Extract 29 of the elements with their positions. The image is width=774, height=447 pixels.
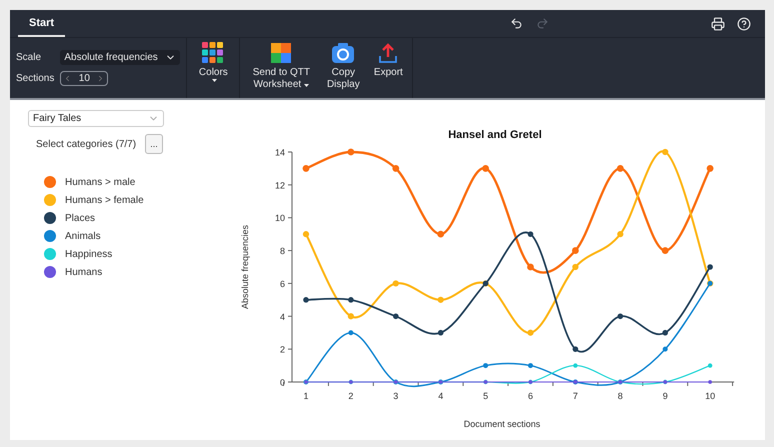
legend-label: Humans > female (65, 194, 144, 206)
y-axis-label: Absolute frequencies (240, 224, 250, 310)
legend-label: Humans (65, 266, 102, 278)
x-tick-label: 4 (438, 391, 444, 401)
y-tick-label: 2 (280, 344, 285, 355)
x-tick-label: 9 (662, 391, 668, 401)
chart-title: Hansel and Gretel (448, 129, 542, 141)
x-tick-label: 8 (618, 391, 623, 401)
y-tick-label: 12 (274, 180, 285, 190)
x-axis-label: Document sections (464, 419, 540, 429)
legend-label: Happiness (65, 248, 112, 260)
y-tick-label: 8 (280, 246, 285, 256)
y-tick-label: 6 (280, 278, 285, 289)
x-tick-label: 6 (528, 391, 533, 401)
y-tick-label: 10 (274, 213, 285, 224)
scale-label: Scale (16, 52, 42, 63)
legend-label: Places (65, 212, 96, 224)
x-tick-label: 3 (393, 391, 398, 401)
legend-label: Animals (65, 230, 101, 242)
x-tick-label: 10 (705, 391, 716, 401)
x-tick-label: 1 (304, 391, 308, 401)
x-tick-label: 2 (348, 391, 354, 401)
y-tick-label: 14 (274, 148, 285, 158)
y-tick-label: 4 (280, 312, 285, 322)
select-categories-label: Select categories (7/7) (36, 138, 136, 150)
legend-label: Humans > male (65, 176, 136, 188)
x-tick-label: 7 (572, 391, 578, 401)
sections-label: Sections (16, 73, 54, 84)
x-tick-label: 5 (483, 391, 488, 401)
